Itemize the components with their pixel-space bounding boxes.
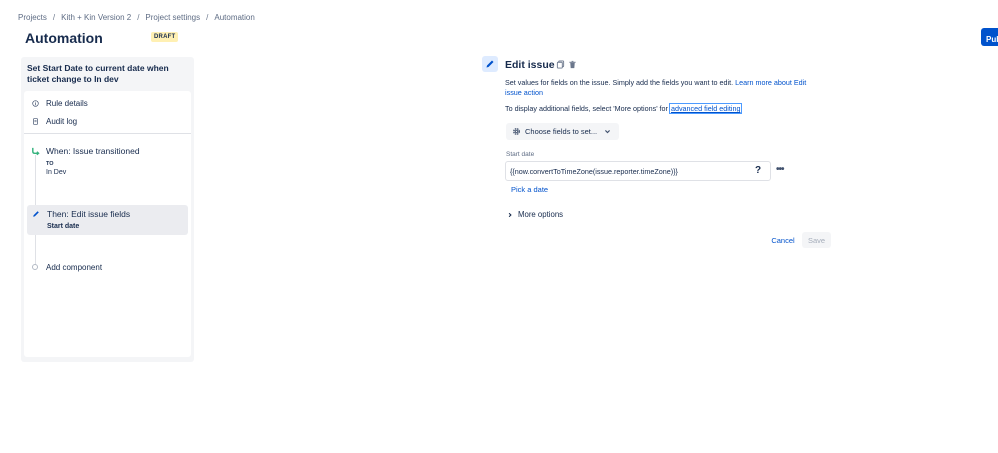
more-actions-icon[interactable]: ••• (776, 164, 784, 175)
add-component-button[interactable]: Add component (46, 263, 102, 272)
edit-issue-description: Set values for fields on the issue. Simp… (505, 78, 825, 98)
breadcrumb-automation[interactable]: Automation (214, 13, 254, 22)
more-options-toggle[interactable]: More options (507, 210, 563, 219)
action-title: Then: Edit issue fields (47, 209, 131, 219)
cancel-button[interactable]: Cancel (767, 232, 799, 248)
audit-log-item[interactable]: Audit log (32, 117, 77, 126)
choose-fields-button[interactable]: Choose fields to set... (506, 123, 619, 140)
start-date-input[interactable] (505, 161, 771, 181)
additional-fields-text: To display additional fields, select 'Mo… (505, 103, 743, 114)
info-icon (32, 100, 39, 107)
chevron-down-icon (605, 130, 611, 134)
breadcrumb-project-settings[interactable]: Project settings (145, 13, 200, 22)
gear-icon (513, 128, 520, 135)
help-icon[interactable]: ? (755, 165, 761, 176)
start-date-label: Start date (506, 151, 535, 158)
rule-details-label: Rule details (46, 99, 88, 108)
rule-panel: Set Start Date to current date when tick… (21, 57, 194, 362)
trigger-to-value: In Dev (46, 169, 67, 176)
audit-log-label: Audit log (46, 117, 78, 126)
action-component[interactable]: Then: Edit issue fields Start date (27, 205, 188, 235)
add-component-dot (32, 264, 38, 270)
advanced-field-editing-link[interactable]: advanced field editing (668, 103, 743, 114)
pencil-icon (33, 211, 39, 217)
edit-issue-icon-box (482, 56, 498, 72)
draft-badge: DRAFT (151, 32, 179, 42)
choose-fields-label: Choose fields to set... (525, 127, 598, 136)
save-button[interactable]: Save (802, 232, 831, 248)
breadcrumb-separator: / (52, 13, 56, 22)
trigger-to-label: TO (46, 161, 54, 167)
chevron-right-icon (508, 212, 512, 217)
action-subtitle: Start date (47, 223, 80, 230)
breadcrumb-project[interactable]: Kith + Kin Version 2 (61, 13, 131, 22)
description-text: Set values for fields on the issue. Simp… (505, 78, 734, 87)
pencil-icon (486, 60, 494, 68)
rule-component-list: Rule details Audit log When: Issue trans… (24, 91, 191, 357)
breadcrumb-projects[interactable]: Projects (18, 13, 47, 22)
additional-text: To display additional fields, select 'Mo… (505, 104, 668, 113)
document-icon (33, 118, 38, 125)
trigger-title[interactable]: When: Issue transitioned (46, 146, 140, 156)
page-title: Automation (25, 30, 103, 46)
transition-icon[interactable] (31, 147, 40, 156)
breadcrumb: Projects / Kith + Kin Version 2 / Projec… (18, 13, 255, 22)
breadcrumb-separator: / (137, 13, 140, 22)
divider (24, 133, 191, 134)
publish-button[interactable]: Publish (981, 28, 998, 46)
more-options-label: More options (518, 210, 564, 219)
trash-icon[interactable] (568, 60, 577, 69)
copy-icon[interactable] (556, 60, 565, 69)
rule-name[interactable]: Set Start Date to current date when tick… (27, 63, 187, 85)
rule-details-item[interactable]: Rule details (32, 99, 88, 108)
edit-issue-title: Edit issue (505, 59, 555, 71)
pick-a-date-link[interactable]: Pick a date (511, 185, 548, 194)
breadcrumb-separator: / (206, 13, 209, 22)
